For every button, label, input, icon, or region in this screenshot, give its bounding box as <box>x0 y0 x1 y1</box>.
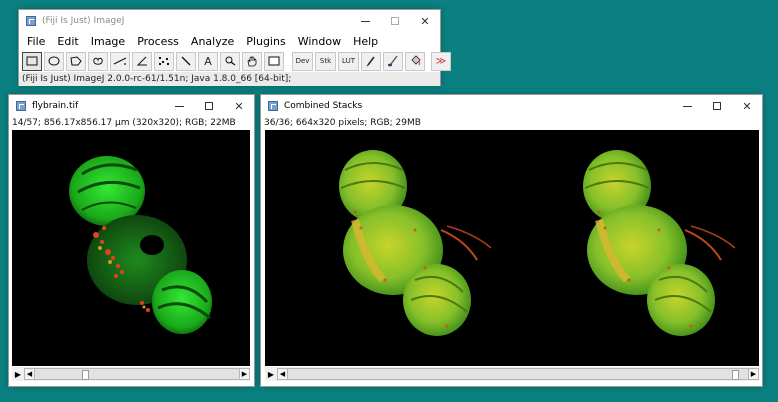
oval-tool[interactable] <box>44 51 64 71</box>
flybrain-canvas[interactable] <box>12 130 250 366</box>
close-button[interactable]: ✕ <box>410 10 440 32</box>
point-tool[interactable] <box>154 51 174 71</box>
menu-help[interactable]: Help <box>347 35 384 48</box>
brush-tool[interactable] <box>383 51 403 71</box>
scroll-left-icon[interactable]: ◀ <box>24 368 35 380</box>
menu-edit[interactable]: Edit <box>51 35 84 48</box>
magnifier-tool[interactable] <box>220 51 240 71</box>
freehand-tool[interactable] <box>88 51 108 71</box>
lut-label: LUT <box>342 57 355 65</box>
combined-scroll-thumb[interactable] <box>732 370 739 380</box>
dev-label: Dev <box>295 57 310 65</box>
combined-window-title: Combined Stacks <box>284 101 363 111</box>
menu-window[interactable]: Window <box>292 35 347 48</box>
minimize-button[interactable] <box>350 10 380 32</box>
play-icon[interactable]: ▶ <box>265 368 277 380</box>
rectangle-icon <box>26 56 38 66</box>
menu-analyze[interactable]: Analyze <box>185 35 240 48</box>
rectangle-tool[interactable] <box>22 51 42 71</box>
polygon-icon <box>70 56 82 66</box>
pencil-icon <box>366 56 375 67</box>
maximize-button[interactable] <box>702 95 732 117</box>
close-icon: ✕ <box>420 14 430 28</box>
combined-image <box>265 130 759 366</box>
menu-process[interactable]: Process <box>131 35 185 48</box>
flybrain-window: flybrain.tif ✕ 14/57; 856.17x856.17 µm (… <box>8 94 255 387</box>
flybrain-window-title: flybrain.tif <box>32 101 79 111</box>
menu-plugins[interactable]: Plugins <box>240 35 291 48</box>
menu-image[interactable]: Image <box>85 35 131 48</box>
magnifier-icon <box>225 56 236 66</box>
polygon-tool[interactable] <box>66 51 86 71</box>
imagej-app-icon <box>16 101 26 111</box>
flybrain-slice-scrollbar[interactable]: ▶ ◀ ▶ <box>12 367 250 381</box>
developer-menu-tool[interactable]: Dev <box>292 51 313 71</box>
flybrain-scroll-track[interactable] <box>35 368 239 380</box>
maximize-button[interactable] <box>380 10 410 32</box>
maximize-icon <box>205 102 213 110</box>
combined-canvas[interactable] <box>265 130 759 366</box>
more-tools-button[interactable]: ≫ <box>431 51 451 71</box>
scroll-right-icon[interactable]: ▶ <box>748 368 759 380</box>
main-window-title: (Fiji Is Just) ImageJ <box>42 16 125 26</box>
brush-icon <box>388 55 398 67</box>
color-picker-tool[interactable] <box>264 51 284 71</box>
flybrain-image <box>69 156 212 334</box>
text-tool[interactable]: A <box>198 51 218 71</box>
main-titlebar[interactable]: (Fiji Is Just) ImageJ ✕ <box>19 10 440 32</box>
maximize-icon <box>713 102 721 110</box>
text-tool-label: A <box>204 54 212 68</box>
imagej-main-window: (Fiji Is Just) ImageJ ✕ File Edit Image … <box>18 9 451 86</box>
menu-file[interactable]: File <box>21 35 51 48</box>
menu-bar: File Edit Image Process Analyze Plugins … <box>19 32 440 50</box>
flybrain-titlebar[interactable]: flybrain.tif ✕ <box>9 95 254 117</box>
combined-titlebar[interactable]: Combined Stacks ✕ <box>261 95 762 117</box>
toolbar: A Dev Stk LUT ≫ <box>19 50 451 72</box>
line-icon <box>113 57 127 65</box>
angle-tool[interactable] <box>132 51 152 71</box>
combined-info: 36/36; 664x320 pixels; RGB; 29MB <box>264 118 421 128</box>
flybrain-scroll-thumb[interactable] <box>82 370 89 380</box>
minimize-icon <box>360 20 370 22</box>
combined-stacks-window: Combined Stacks ✕ 36/36; 664x320 pixels;… <box>260 94 763 387</box>
minimize-button[interactable] <box>164 95 194 117</box>
combined-scroll-track[interactable] <box>288 368 748 380</box>
pencil-tool[interactable] <box>361 51 381 71</box>
close-icon: ✕ <box>234 99 244 113</box>
minimize-icon <box>174 105 184 107</box>
imagej-app-icon <box>268 101 278 111</box>
close-button[interactable]: ✕ <box>732 95 762 117</box>
status-bar: (Fiji Is Just) ImageJ 2.0.0-rc-61/1.51n;… <box>19 72 440 86</box>
more-tools-label: ≫ <box>435 55 447 67</box>
color-box-icon <box>268 56 280 66</box>
lut-tools[interactable]: LUT <box>338 51 359 71</box>
scroll-left-icon[interactable]: ◀ <box>277 368 288 380</box>
maximize-button[interactable] <box>194 95 224 117</box>
maximize-icon <box>391 17 399 25</box>
stk-label: Stk <box>319 57 332 65</box>
freehand-icon <box>93 57 103 65</box>
close-icon: ✕ <box>742 99 752 113</box>
imagej-app-icon <box>26 16 36 26</box>
combined-slice-scrollbar[interactable]: ▶ ◀ ▶ <box>265 367 759 381</box>
minimize-icon <box>682 105 692 107</box>
play-icon[interactable]: ▶ <box>12 368 24 380</box>
scroll-right-icon[interactable]: ▶ <box>239 368 250 380</box>
oval-icon <box>48 56 60 66</box>
wand-tool[interactable] <box>176 51 196 71</box>
bucket-icon <box>411 55 421 66</box>
close-button[interactable]: ✕ <box>224 95 254 117</box>
multipoint-icon <box>159 57 169 65</box>
minimize-button[interactable] <box>672 95 702 117</box>
hand-icon <box>247 55 257 66</box>
wand-icon <box>181 56 191 66</box>
flybrain-info: 14/57; 856.17x856.17 µm (320x320); RGB; … <box>12 118 236 128</box>
flood-fill-tool[interactable] <box>405 51 425 71</box>
angle-icon <box>136 56 147 66</box>
stack-tools[interactable]: Stk <box>315 51 336 71</box>
line-tool[interactable] <box>110 51 130 71</box>
hand-tool[interactable] <box>242 51 262 71</box>
